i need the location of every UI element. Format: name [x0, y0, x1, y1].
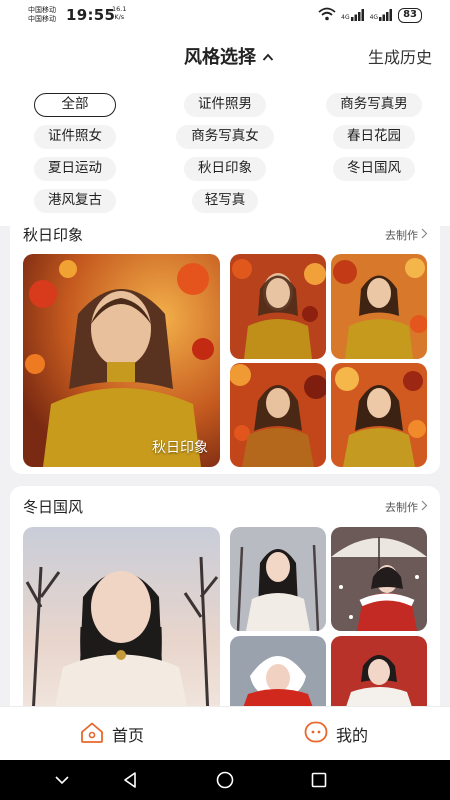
battery-indicator: 83 — [398, 7, 422, 23]
bottom-tab-bar: 首页 我的 — [0, 706, 450, 760]
chip-id-photo-male[interactable]: 证件照男 — [184, 93, 266, 117]
winter-sample-photo[interactable] — [230, 527, 326, 631]
chip-id-photo-female[interactable]: 证件照女 — [34, 125, 116, 149]
home-circle-icon[interactable] — [216, 771, 234, 789]
chip-spring-garden[interactable]: 春日花园 — [333, 125, 415, 149]
collapse-icon[interactable] — [53, 771, 71, 789]
section-title: 秋日印象 — [23, 226, 84, 244]
chevron-right-icon — [421, 228, 428, 242]
signal-2-label: 4G — [369, 14, 379, 21]
winter-sample-photo[interactable] — [331, 636, 427, 716]
back-icon[interactable] — [121, 771, 139, 789]
status-bar: 中国移动 中国移动 19:55 16.1 K/s 4G 4G 83 — [0, 0, 450, 32]
carrier-info: 中国移动 中国移动 — [28, 6, 56, 24]
section-autumn: 秋日印象 去制作 秋日印象 — [10, 216, 440, 474]
net-speed: 16.1 K/s — [112, 5, 126, 21]
carrier-line-2: 中国移动 — [28, 15, 56, 23]
chevron-right-icon — [421, 500, 428, 514]
chip-all[interactable]: 全部 — [34, 93, 116, 117]
go-make-link[interactable]: 去制作 — [385, 227, 428, 243]
page-title: 风格选择 — [184, 47, 256, 68]
cover-caption: 秋日印象 — [152, 440, 208, 456]
go-make-label: 去制作 — [385, 229, 418, 242]
tab-mine-label: 我的 — [336, 726, 369, 745]
top-header: 风格选择 生成历史 — [0, 32, 450, 80]
smile-face-icon — [304, 721, 328, 747]
tab-home[interactable]: 首页 — [80, 721, 144, 747]
chip-hk-retro[interactable]: 港风复古 — [34, 189, 116, 213]
chip-summer-sport[interactable]: 夏日运动 — [34, 157, 116, 181]
net-speed-value: 16.1 — [112, 5, 127, 13]
winter-sample-photo[interactable] — [230, 636, 326, 716]
home-icon — [80, 721, 104, 747]
style-filter-chips: 全部 证件照男 商务写真男 证件照女 商务写真女 春日花园 夏日运动 秋日印象 … — [0, 80, 450, 226]
autumn-sample-photo[interactable] — [331, 254, 427, 359]
signal-1-label: 4G — [341, 14, 350, 21]
signal-icon: 4G — [341, 9, 364, 21]
status-icons: 4G 4G 83 — [318, 7, 422, 23]
chevron-up-icon — [262, 46, 274, 67]
chip-light-portrait[interactable]: 轻写真 — [192, 189, 258, 213]
chip-business-female[interactable]: 商务写真女 — [176, 125, 274, 149]
style-selector-title[interactable]: 风格选择 — [184, 43, 274, 69]
net-speed-unit: K/s — [114, 13, 125, 21]
chip-winter-chinese[interactable]: 冬日国风 — [333, 157, 415, 181]
go-make-label: 去制作 — [385, 501, 418, 514]
system-navigation-bar — [0, 760, 450, 800]
tab-home-label: 首页 — [112, 726, 145, 745]
section-winter: 冬日国风 去制作 — [10, 486, 440, 716]
winter-cover-photo[interactable] — [23, 527, 220, 716]
history-link[interactable]: 生成历史 — [368, 44, 432, 68]
chip-business-male[interactable]: 商务写真男 — [326, 93, 422, 117]
carrier-line-1: 中国移动 — [28, 6, 56, 14]
autumn-sample-photo[interactable] — [230, 363, 326, 467]
winter-sample-photo[interactable] — [331, 527, 427, 631]
autumn-cover-photo[interactable]: 秋日印象 — [23, 254, 220, 467]
autumn-sample-photo[interactable] — [230, 254, 326, 359]
chip-autumn[interactable]: 秋日印象 — [184, 157, 266, 181]
clock: 19:55 — [66, 6, 116, 24]
recents-icon[interactable] — [310, 771, 328, 789]
signal-icon: 4G — [370, 9, 393, 21]
wifi-icon — [318, 7, 336, 23]
go-make-link[interactable]: 去制作 — [385, 499, 428, 515]
tab-mine[interactable]: 我的 — [304, 721, 368, 747]
autumn-sample-photo[interactable] — [331, 363, 427, 467]
section-title: 冬日国风 — [23, 498, 84, 516]
